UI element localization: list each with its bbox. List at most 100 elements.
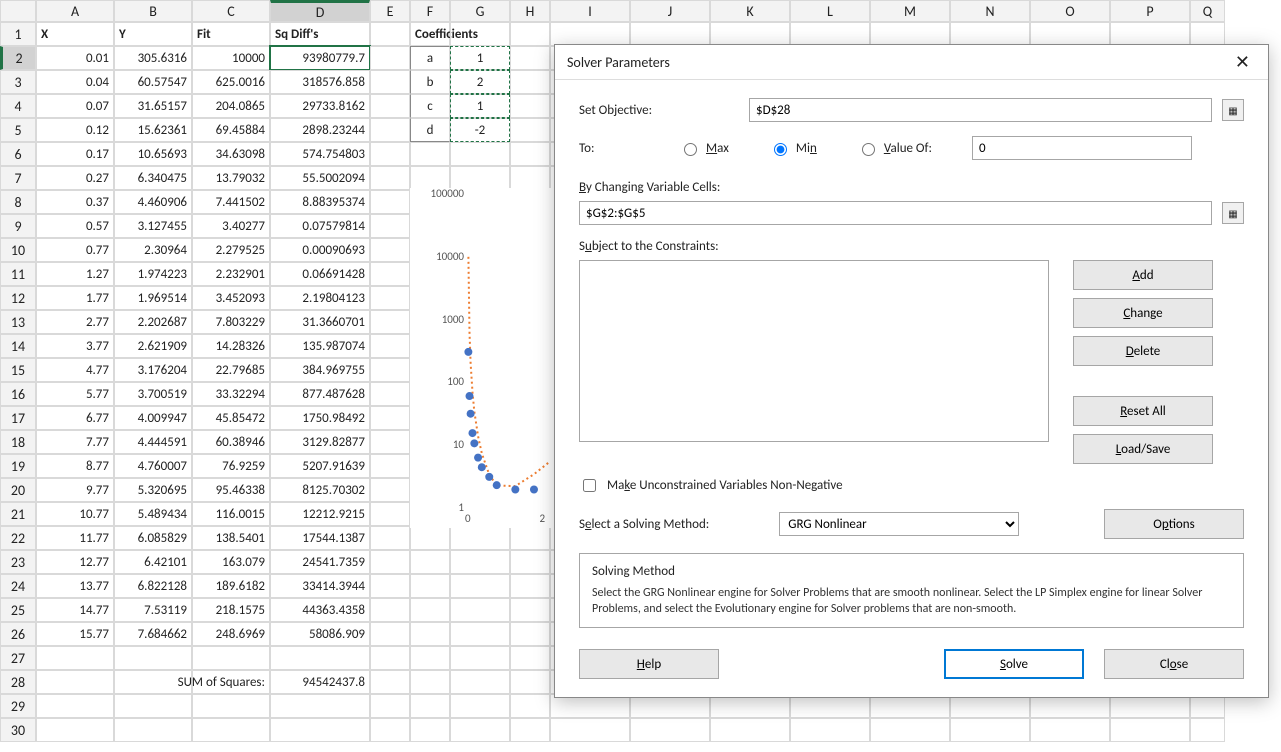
cell-H3[interactable] — [510, 70, 550, 94]
col-header-H[interactable]: H — [510, 0, 550, 22]
cell-F24[interactable] — [410, 574, 450, 598]
cell-F30[interactable] — [410, 718, 450, 742]
cell-B4[interactable]: 31.65157 — [114, 94, 192, 118]
cell-P30[interactable] — [1110, 718, 1190, 742]
cell-H2[interactable] — [510, 46, 550, 70]
row-header-20[interactable]: 20 — [0, 478, 36, 502]
cell-G23[interactable] — [450, 550, 510, 574]
cell-C23[interactable]: 163.079 — [192, 550, 270, 574]
cell-D22[interactable]: 17544.1387 — [270, 526, 370, 550]
cell-D25[interactable]: 44363.4358 — [270, 598, 370, 622]
cell-A22[interactable]: 11.77 — [36, 526, 114, 550]
cell-C21[interactable]: 116.0015 — [192, 502, 270, 526]
cell-J1[interactable] — [630, 22, 710, 46]
solve-button[interactable]: Solve — [944, 649, 1084, 679]
cell-B5[interactable]: 15.62361 — [114, 118, 192, 142]
cell-C27[interactable] — [192, 646, 270, 670]
delete-button[interactable]: Delete — [1073, 336, 1213, 366]
row-header-3[interactable]: 3 — [0, 70, 36, 94]
cell-B30[interactable] — [114, 718, 192, 742]
row-header-8[interactable]: 8 — [0, 190, 36, 214]
cell-E11[interactable] — [370, 262, 410, 286]
load-save-button[interactable]: Load/Save — [1073, 434, 1213, 464]
cell-D9[interactable]: 0.07579814 — [270, 214, 370, 238]
row-header-4[interactable]: 4 — [0, 94, 36, 118]
cell-E7[interactable] — [370, 166, 410, 190]
cell-C22[interactable]: 138.5401 — [192, 526, 270, 550]
cell-B15[interactable]: 3.176204 — [114, 358, 192, 382]
cell-A2[interactable]: 0.01 — [36, 46, 114, 70]
col-header-O[interactable]: O — [1030, 0, 1110, 22]
cell-F6[interactable] — [410, 142, 450, 166]
cell-D26[interactable]: 58086.909 — [270, 622, 370, 646]
cell-C17[interactable]: 45.85472 — [192, 406, 270, 430]
objective-ref-icon[interactable]: ▦ — [1222, 99, 1244, 121]
cell-B23[interactable]: 6.42101 — [114, 550, 192, 574]
cell-E6[interactable] — [370, 142, 410, 166]
cell-C2[interactable]: 10000 — [192, 46, 270, 70]
cell-D7[interactable]: 55.5002094 — [270, 166, 370, 190]
cell-M30[interactable] — [870, 718, 950, 742]
cell-B14[interactable]: 2.621909 — [114, 334, 192, 358]
cell-B26[interactable]: 7.684662 — [114, 622, 192, 646]
cell-E26[interactable] — [370, 622, 410, 646]
cell-H22[interactable] — [510, 526, 550, 550]
cell-C1[interactable]: Fit — [192, 22, 270, 46]
cell-G27[interactable] — [450, 646, 510, 670]
col-header-N[interactable]: N — [950, 0, 1030, 22]
row-header-19[interactable]: 19 — [0, 454, 36, 478]
cell-B18[interactable]: 4.444591 — [114, 430, 192, 454]
cell-C25[interactable]: 218.1575 — [192, 598, 270, 622]
cell-D10[interactable]: 0.00090693 — [270, 238, 370, 262]
col-header-G[interactable]: G — [450, 0, 510, 22]
cell-E22[interactable] — [370, 526, 410, 550]
cell-F4[interactable]: c — [410, 94, 450, 118]
radio-valueof[interactable]: Value Of: — [857, 140, 932, 156]
cell-E23[interactable] — [370, 550, 410, 574]
cell-E5[interactable] — [370, 118, 410, 142]
cell-G22[interactable] — [450, 526, 510, 550]
cell-G29[interactable] — [450, 694, 510, 718]
cell-A30[interactable] — [36, 718, 114, 742]
cell-B19[interactable]: 4.760007 — [114, 454, 192, 478]
cell-D21[interactable]: 12212.9215 — [270, 502, 370, 526]
cell-B13[interactable]: 2.202687 — [114, 310, 192, 334]
row-header-2[interactable]: 2 — [0, 46, 36, 70]
cell-F23[interactable] — [410, 550, 450, 574]
row-header-26[interactable]: 26 — [0, 622, 36, 646]
col-header-B[interactable]: B — [114, 0, 192, 22]
changing-cells-input[interactable] — [579, 201, 1212, 225]
row-header-28[interactable]: 28 — [0, 670, 36, 694]
cell-C15[interactable]: 22.79685 — [192, 358, 270, 382]
cell-E24[interactable] — [370, 574, 410, 598]
row-header-13[interactable]: 13 — [0, 310, 36, 334]
cell-E10[interactable] — [370, 238, 410, 262]
cell-D8[interactable]: 8.88395374 — [270, 190, 370, 214]
row-header-6[interactable]: 6 — [0, 142, 36, 166]
col-header-J[interactable]: J — [630, 0, 710, 22]
close-icon[interactable]: ✕ — [1229, 51, 1256, 73]
cell-E3[interactable] — [370, 70, 410, 94]
cell-E15[interactable] — [370, 358, 410, 382]
cell-O1[interactable] — [1030, 22, 1110, 46]
cell-D5[interactable]: 2898.23244 — [270, 118, 370, 142]
cell-D12[interactable]: 2.19804123 — [270, 286, 370, 310]
col-header-K[interactable]: K — [710, 0, 790, 22]
cell-A17[interactable]: 6.77 — [36, 406, 114, 430]
cell-E19[interactable] — [370, 454, 410, 478]
cell-C12[interactable]: 3.452093 — [192, 286, 270, 310]
cell-A28[interactable] — [36, 670, 114, 694]
cell-D24[interactable]: 33414.3944 — [270, 574, 370, 598]
col-header-F[interactable]: F — [410, 0, 450, 22]
cell-A26[interactable]: 15.77 — [36, 622, 114, 646]
cell-D4[interactable]: 29733.8162 — [270, 94, 370, 118]
col-header-Q[interactable]: Q — [1190, 0, 1225, 22]
cell-A27[interactable] — [36, 646, 114, 670]
cell-D20[interactable]: 8125.70302 — [270, 478, 370, 502]
col-header-P[interactable]: P — [1110, 0, 1190, 22]
cell-B29[interactable] — [114, 694, 192, 718]
cell-A10[interactable]: 0.77 — [36, 238, 114, 262]
cell-E29[interactable] — [370, 694, 410, 718]
cell-D11[interactable]: 0.06691428 — [270, 262, 370, 286]
row-header-11[interactable]: 11 — [0, 262, 36, 286]
